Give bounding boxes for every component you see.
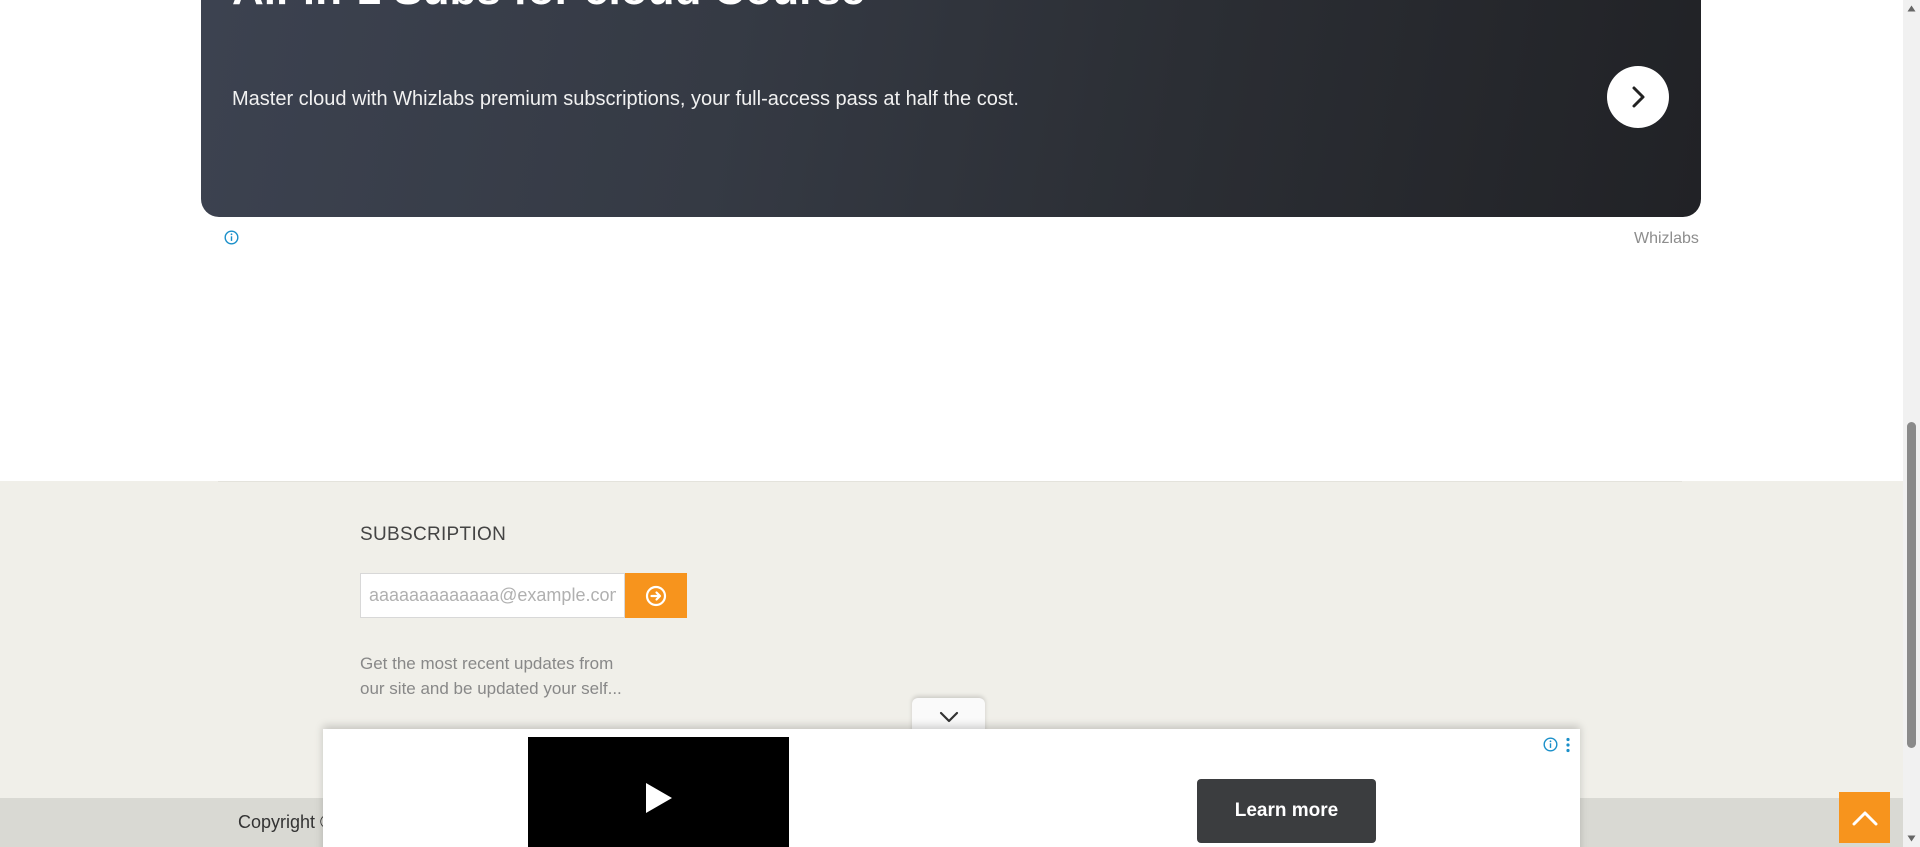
vertical-scrollbar[interactable] <box>1903 0 1920 847</box>
chevron-right-icon <box>1632 86 1645 108</box>
info-icon[interactable] <box>224 230 239 245</box>
triangle-down-icon <box>1907 835 1916 842</box>
chevron-up-icon <box>1852 811 1877 825</box>
footer-divider <box>218 481 1682 482</box>
back-to-top-button[interactable] <box>1839 792 1890 843</box>
subscribe-button[interactable] <box>625 573 687 618</box>
scrollbar-thumb[interactable] <box>1907 422 1916 748</box>
learn-more-button[interactable]: Learn more <box>1197 779 1376 843</box>
play-icon <box>645 783 672 813</box>
subscription-note: Get the most recent updates from our sit… <box>360 654 622 698</box>
info-icon[interactable] <box>1543 737 1558 752</box>
arrow-circle-right-icon <box>645 585 667 606</box>
ad-banner[interactable]: All-in-1 Subs for cloud Course Master cl… <box>201 0 1701 217</box>
ad-advertiser-label[interactable]: Whizlabs <box>1634 230 1699 248</box>
scroll-down-arrow[interactable] <box>1903 830 1920 847</box>
chevron-down-icon <box>939 711 958 723</box>
triangle-up-icon <box>1907 5 1916 12</box>
ad-next-button[interactable] <box>1607 66 1669 128</box>
anchor-ad-video[interactable] <box>528 737 789 847</box>
anchor-ad[interactable]: Learn more <box>323 729 1580 847</box>
more-options-icon[interactable] <box>1564 737 1572 753</box>
copyright-text: Copyright © <box>238 812 334 832</box>
subscription-title: SUBSCRIPTION <box>360 524 507 545</box>
ad-description[interactable]: Master cloud with Whizlabs premium subsc… <box>232 88 1019 111</box>
scroll-up-arrow[interactable] <box>1903 0 1920 17</box>
ad-headline[interactable]: All-in-1 Subs for cloud Course <box>232 0 865 12</box>
subscription-email-input[interactable] <box>360 573 625 618</box>
